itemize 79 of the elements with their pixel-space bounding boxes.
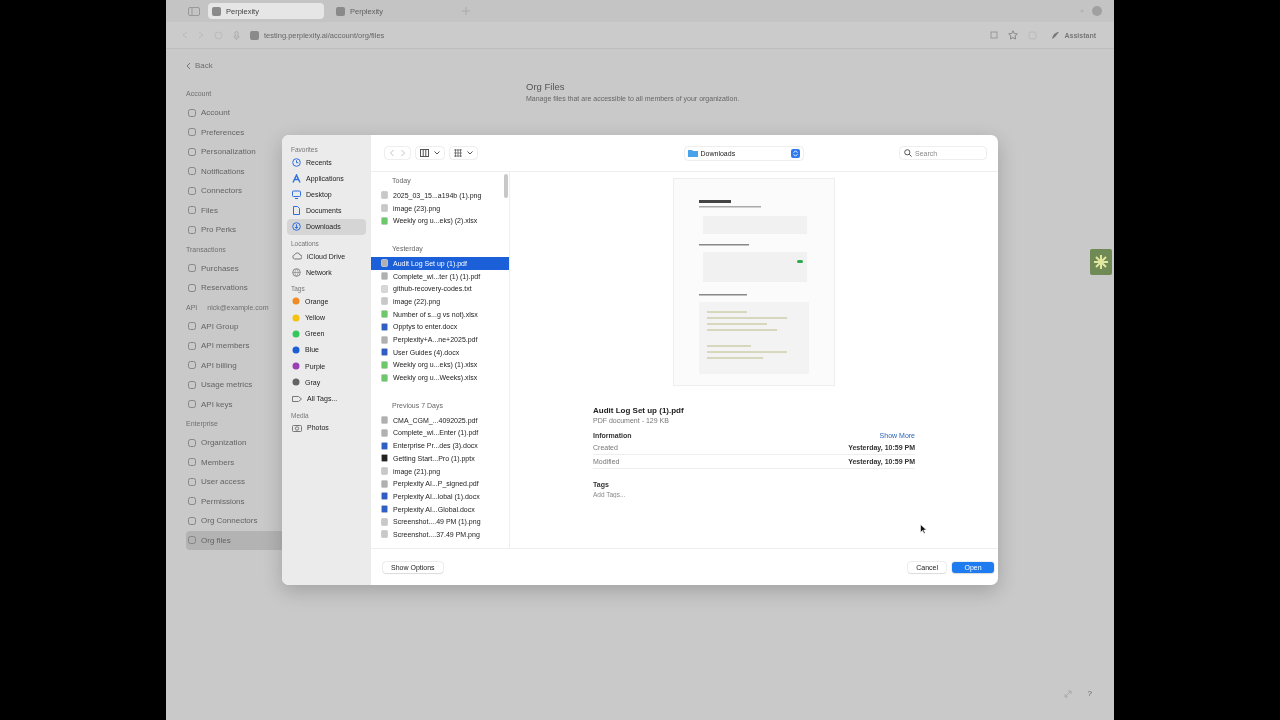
sidebar-item[interactable]: Connectors bbox=[186, 181, 286, 201]
clock-icon bbox=[292, 157, 301, 167]
item-icon bbox=[188, 225, 196, 234]
sidebar-item[interactable]: Personalization bbox=[186, 142, 286, 162]
tag-dot bbox=[292, 362, 300, 371]
sidebar-item[interactable]: Account bbox=[186, 103, 286, 123]
item-icon bbox=[188, 536, 196, 545]
sidebar-item[interactable]: Members bbox=[186, 452, 286, 472]
sidebar-item[interactable]: Reservations bbox=[186, 278, 286, 298]
item-icon bbox=[188, 108, 196, 117]
sidebar-item[interactable]: Notifications bbox=[186, 161, 286, 181]
sidebar-item[interactable]: Usage metrics bbox=[186, 375, 286, 395]
tag-dot bbox=[292, 329, 300, 338]
help-button[interactable]: ? bbox=[1087, 689, 1092, 698]
caret-icon bbox=[434, 151, 440, 155]
sidebar-item[interactable]: API members bbox=[186, 336, 286, 356]
tag-dot bbox=[292, 378, 300, 387]
chevron-left-icon bbox=[389, 149, 395, 157]
sidebar-item[interactable]: Preferences bbox=[186, 122, 286, 142]
sidebar-item[interactable]: API billing bbox=[186, 355, 286, 375]
favicon-icon bbox=[212, 6, 221, 16]
chevron-right-icon bbox=[400, 149, 406, 157]
star-icon[interactable] bbox=[1008, 30, 1019, 40]
favicon-icon bbox=[336, 6, 345, 16]
sidebar-item[interactable]: Pro Perks bbox=[186, 220, 286, 240]
favicon-icon bbox=[250, 30, 259, 40]
cursor-icon bbox=[920, 524, 927, 534]
item-icon bbox=[188, 438, 196, 447]
extension-icon[interactable] bbox=[990, 31, 999, 39]
page-title: Org Files bbox=[526, 81, 566, 92]
sidebar-item[interactable]: Files bbox=[186, 200, 286, 220]
item-icon bbox=[188, 361, 196, 370]
camera-icon bbox=[292, 423, 302, 432]
item-icon bbox=[188, 458, 196, 467]
sidebar-icon[interactable] bbox=[188, 6, 200, 16]
expand-icon[interactable] bbox=[1063, 689, 1072, 698]
cloud-icon bbox=[292, 252, 302, 261]
sidebar-item[interactable]: Organization bbox=[186, 433, 286, 453]
item-icon bbox=[188, 380, 196, 389]
item-icon bbox=[188, 497, 196, 506]
item-icon bbox=[188, 322, 196, 331]
item-icon bbox=[188, 167, 196, 176]
applications-icon bbox=[292, 173, 301, 183]
sidebar-item[interactable]: Permissions bbox=[186, 491, 286, 511]
caret-icon bbox=[467, 151, 473, 155]
sidebar-item[interactable]: User access bbox=[186, 472, 286, 492]
sparkle-button-icon[interactable] bbox=[1090, 249, 1112, 275]
item-icon bbox=[188, 206, 196, 215]
item-icon bbox=[188, 477, 196, 486]
folder-icon bbox=[687, 149, 698, 157]
scroll-thumb[interactable] bbox=[504, 174, 508, 198]
sidebar-item[interactable]: Org Connectors bbox=[186, 511, 286, 531]
document-icon bbox=[292, 206, 301, 216]
chevron-left-icon[interactable] bbox=[186, 61, 191, 70]
tag-dot bbox=[292, 313, 300, 322]
avatar-icon[interactable] bbox=[1092, 6, 1102, 16]
sidebar-item[interactable]: Purchases bbox=[186, 258, 286, 278]
sidebar-item[interactable]: API Group bbox=[186, 316, 286, 336]
item-icon bbox=[188, 400, 196, 409]
columns-icon bbox=[420, 149, 429, 157]
item-icon bbox=[188, 147, 196, 156]
item-icon bbox=[188, 264, 196, 273]
globe-icon bbox=[292, 267, 301, 277]
item-icon bbox=[188, 341, 196, 350]
microphone-icon[interactable] bbox=[233, 30, 240, 40]
item-icon bbox=[188, 516, 196, 525]
monitor-icon bbox=[292, 189, 301, 199]
item-icon bbox=[188, 128, 196, 137]
tag-dot bbox=[292, 297, 300, 306]
tag-icon bbox=[292, 394, 302, 403]
sidebar-item[interactable]: API keys bbox=[186, 394, 286, 414]
file-name: Audit Log Set up (1).pdf bbox=[593, 406, 685, 415]
tag-dot bbox=[292, 345, 300, 354]
stepper-icon bbox=[790, 148, 800, 158]
item-icon bbox=[188, 283, 196, 292]
item-icon bbox=[188, 186, 196, 195]
search-icon bbox=[904, 149, 912, 157]
grid-icon bbox=[454, 149, 462, 157]
assistant-icon bbox=[1051, 30, 1061, 40]
